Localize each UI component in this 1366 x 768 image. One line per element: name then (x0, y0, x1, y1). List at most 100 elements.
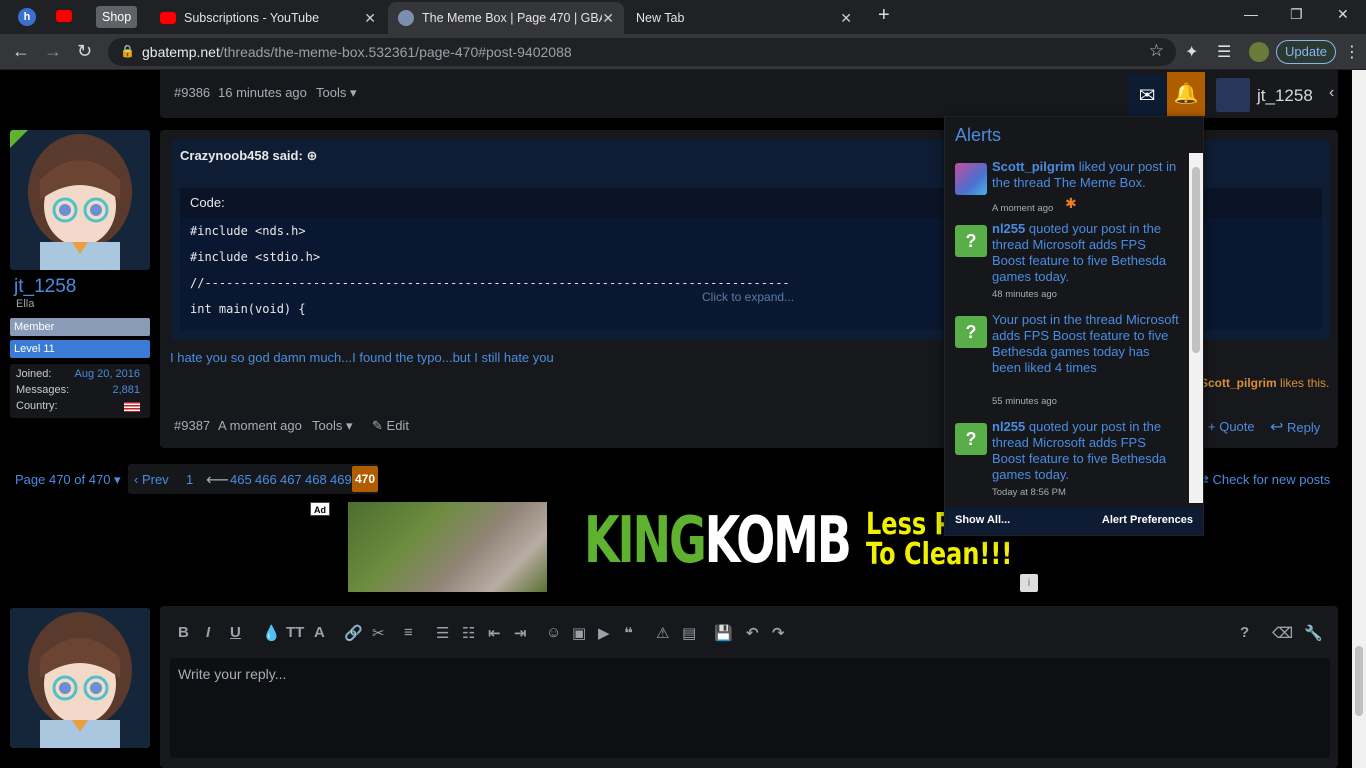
chrome-menu-icon[interactable]: ⋮ (1344, 42, 1360, 62)
ad-brand[interactable]: KINGKOMB (584, 504, 852, 578)
extensions-icon[interactable]: ✦ (1185, 42, 1198, 62)
maximize-icon[interactable]: ❐ (1290, 6, 1303, 23)
back-icon[interactable]: ← (12, 41, 30, 62)
font-size-icon[interactable]: TT (286, 624, 304, 641)
quote-button[interactable]: + Quote (1208, 419, 1255, 434)
tab-new[interactable]: New Tab ✕ (626, 2, 862, 34)
alert-text[interactable]: nl255 quoted your post in the thread Mic… (992, 419, 1182, 483)
indent-icon[interactable]: ⇥ (514, 624, 527, 642)
post-time[interactable]: A moment ago (218, 418, 302, 433)
page-link[interactable]: 467 (280, 472, 302, 487)
alerts-scrollbar-thumb[interactable] (1192, 167, 1200, 353)
likes-summary[interactable]: Scott_pilgrim likes this. (1200, 376, 1329, 390)
ad-dog-photo[interactable] (348, 502, 547, 592)
reply-textarea[interactable] (170, 658, 1330, 758)
alert-text[interactable]: Your post in the thread Microsoft adds F… (992, 312, 1182, 376)
italic-icon[interactable]: I (206, 624, 210, 641)
eraser-icon[interactable]: ⌫ (1272, 624, 1293, 642)
alerts-bell-icon[interactable]: 🔔 (1167, 72, 1205, 116)
minimize-icon[interactable]: — (1244, 6, 1258, 22)
image-icon[interactable]: ▣ (572, 624, 586, 642)
lock-icon[interactable]: 🔒 (120, 44, 135, 58)
page-link-1[interactable]: 1 (186, 472, 193, 487)
skip-arrow-icon[interactable]: ⟵ (206, 470, 229, 490)
page-link[interactable]: 469 (330, 472, 352, 487)
forward-icon[interactable]: → (44, 41, 62, 62)
tab-shop[interactable]: Shop (96, 6, 138, 28)
close-icon[interactable]: ✕ (840, 10, 852, 27)
alert-user[interactable]: nl255 (992, 221, 1025, 236)
save-draft-icon[interactable]: 💾 (714, 624, 733, 642)
address-bar[interactable]: 🔒 gbatemp.net/threads/the-meme-box.53236… (108, 38, 1176, 66)
ad-info-icon[interactable]: i (1020, 574, 1038, 592)
tools-menu[interactable]: Tools ▾ (316, 85, 357, 101)
page-scrollbar-thumb[interactable] (1355, 646, 1363, 716)
tools-menu[interactable]: Tools ▾ (312, 418, 353, 434)
post-time[interactable]: 16 minutes ago (218, 85, 307, 100)
emoji-icon[interactable]: ☺ (546, 624, 561, 641)
author-avatar[interactable] (10, 130, 150, 270)
bullet-list-icon[interactable]: ☰ (436, 624, 449, 642)
post-number[interactable]: #9386 (174, 85, 210, 100)
page-link[interactable]: 466 (255, 472, 277, 487)
new-tab-icon[interactable]: + (878, 4, 890, 27)
window-close-icon[interactable]: ✕ (1337, 6, 1349, 23)
bold-icon[interactable]: B (178, 624, 189, 641)
author-username[interactable]: jt_1258 (14, 276, 76, 298)
help-icon[interactable]: ? (1240, 624, 1249, 641)
close-icon[interactable]: ✕ (602, 10, 614, 27)
outdent-icon[interactable]: ⇤ (488, 624, 501, 642)
pinned-tab-h-icon[interactable]: h (18, 8, 36, 26)
tab-meme-box[interactable]: The Meme Box | Page 470 | GBAt ✕ (388, 2, 624, 34)
quote-author[interactable]: Crazynoob458 said: ⊕ (180, 148, 317, 164)
edit-button[interactable]: ✎ Edit (372, 418, 409, 434)
alert-avatar[interactable]: ? (955, 423, 987, 455)
reload-icon[interactable]: ↻ (77, 41, 92, 62)
folder-icon[interactable]: ▤ (682, 624, 696, 642)
reading-list-icon[interactable]: ☰ (1217, 42, 1231, 62)
alert-user[interactable]: nl255 (992, 419, 1025, 434)
bookmark-star-icon[interactable]: ☆ (1149, 41, 1164, 61)
spoiler-icon[interactable]: ⚠ (656, 624, 669, 642)
page-jump-menu[interactable]: Page 470 of 470 ▾ (15, 472, 121, 488)
likes-user[interactable]: Scott_pilgrim (1200, 376, 1277, 390)
reply-avatar[interactable] (10, 608, 150, 748)
jump-up-icon[interactable]: ⊕ (306, 148, 317, 163)
redo-icon[interactable]: ↷ (772, 624, 785, 642)
pinned-tab-youtube-icon[interactable] (56, 10, 72, 22)
alert-user[interactable]: Scott_pilgrim (992, 159, 1075, 174)
check-new-posts[interactable]: ⇄ Check for new posts (1198, 472, 1330, 488)
numbered-list-icon[interactable]: ☷ (462, 624, 475, 642)
alert-avatar[interactable] (955, 163, 987, 195)
profile-avatar[interactable] (1249, 42, 1269, 62)
post-number[interactable]: #9387 (174, 418, 210, 433)
link-icon[interactable]: 🔗 (344, 624, 363, 642)
wrench-icon[interactable]: 🔧 (1304, 624, 1323, 642)
prev-page-button[interactable]: ‹ Prev (134, 472, 169, 487)
page-scrollbar[interactable] (1352, 70, 1366, 768)
alert-text[interactable]: Scott_pilgrim liked your post in the thr… (992, 159, 1182, 191)
url-text[interactable]: gbatemp.net/threads/the-meme-box.532361/… (142, 44, 572, 60)
inbox-icon[interactable]: ✉ (1128, 74, 1166, 118)
header-username[interactable]: jt_1258 (1257, 86, 1313, 106)
align-icon[interactable]: ≡ (404, 624, 413, 641)
messages-value[interactable]: 2,881 (112, 384, 140, 396)
video-icon[interactable]: ▶ (598, 624, 610, 642)
alert-avatar[interactable]: ? (955, 225, 987, 257)
reply-button[interactable]: ↩ Reply (1270, 417, 1320, 437)
show-all-link[interactable]: Show All... (955, 514, 1010, 526)
quote-icon[interactable]: ❝ (624, 624, 633, 642)
alert-preferences-link[interactable]: Alert Preferences (1102, 514, 1193, 526)
tab-youtube[interactable]: Subscriptions - YouTube ✕ (150, 2, 386, 34)
update-button[interactable]: Update (1276, 40, 1336, 64)
page-link[interactable]: 465 (230, 472, 252, 487)
undo-icon[interactable]: ↶ (746, 624, 759, 642)
underline-icon[interactable]: U (230, 624, 241, 641)
color-icon[interactable]: 💧 (262, 624, 281, 642)
alert-avatar[interactable]: ? (955, 316, 987, 348)
collapse-icon[interactable]: ‹ (1329, 84, 1334, 102)
font-family-icon[interactable]: A (314, 624, 325, 641)
alert-text[interactable]: nl255 quoted your post in the thread Mic… (992, 221, 1182, 285)
header-avatar[interactable] (1216, 78, 1250, 112)
page-link[interactable]: 468 (305, 472, 327, 487)
